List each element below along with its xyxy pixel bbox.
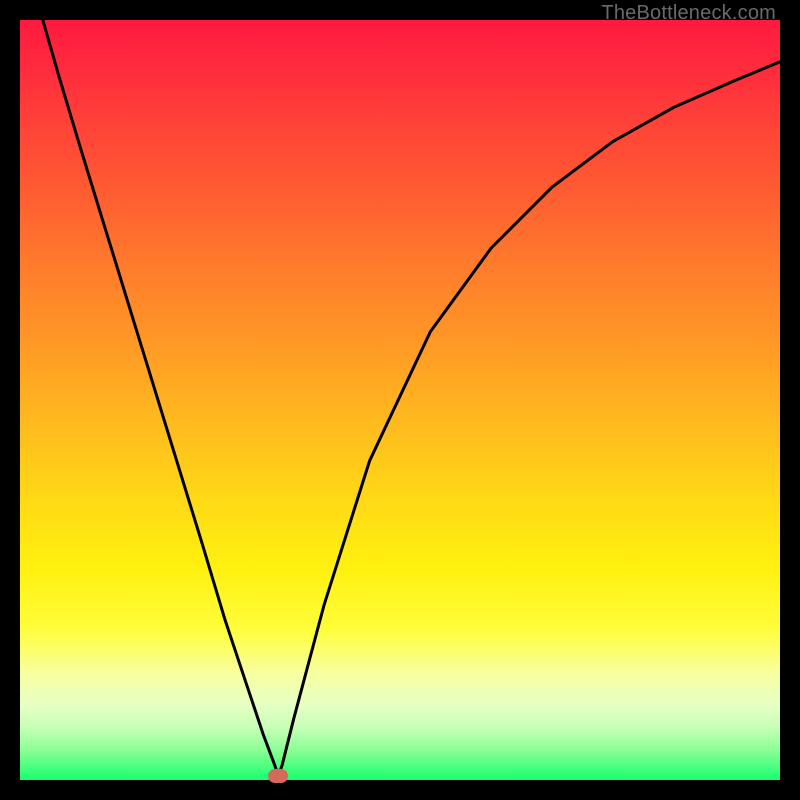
chart-marker	[268, 769, 288, 783]
watermark-text: TheBottleneck.com	[601, 2, 776, 25]
chart-plot-area	[20, 20, 780, 780]
chart-frame	[20, 20, 780, 780]
chart-curve	[20, 20, 780, 780]
